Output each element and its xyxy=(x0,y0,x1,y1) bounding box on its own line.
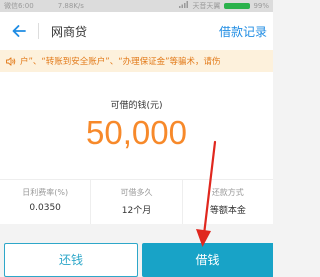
term-duration: 可借多久 12个月 xyxy=(90,180,181,224)
term-daily-rate: 日利费率(%) 0.0350 xyxy=(0,180,90,224)
navigation-bar: 网商贷 借款记录 xyxy=(0,12,273,50)
battery-level: 99% xyxy=(253,2,269,10)
carrier-name: 天音天翼 xyxy=(192,2,221,10)
battery-icon xyxy=(224,3,251,9)
loan-summary-panel: 可借的钱(元) 50,000 日利费率(%) 0.0350 可借多久 12个月 … xyxy=(0,72,273,224)
page-title: 网商贷 xyxy=(51,24,88,39)
status-time: 微信6:00 xyxy=(4,2,34,10)
term-label: 日利费率(%) xyxy=(22,188,69,197)
term-value: 12个月 xyxy=(121,206,152,216)
fraud-notice-bar[interactable]: 户”、“转账到安全账户”、“办理保证金”等骗术，请伤 xyxy=(0,50,273,72)
action-button-area: 还钱 借钱 xyxy=(0,224,273,277)
borrow-button[interactable]: 借钱 xyxy=(142,243,273,277)
term-label: 可借多久 xyxy=(120,188,153,197)
status-network-speed: 7.88K/s xyxy=(57,2,84,10)
loan-records-link[interactable]: 借款记录 xyxy=(219,23,267,40)
speaker-icon xyxy=(6,56,16,66)
term-repayment-method: 还款方式 等额本金 xyxy=(181,180,273,224)
available-amount-value: 50,000 xyxy=(86,114,187,151)
notice-text: 户”、“转账到安全账户”、“办理保证金”等骗术，请伤 xyxy=(20,57,221,67)
term-value: 等额本金 xyxy=(209,206,246,216)
term-label: 还款方式 xyxy=(211,188,244,197)
term-value: 0.0350 xyxy=(29,203,61,213)
repay-button[interactable]: 还钱 xyxy=(4,243,138,277)
loan-terms-row: 日利费率(%) 0.0350 可借多久 12个月 还款方式 等额本金 xyxy=(0,180,273,224)
signal-icon xyxy=(179,1,189,11)
arrow-left-icon[interactable] xyxy=(8,20,30,42)
nav-divider xyxy=(38,23,39,39)
status-right-group: 天音天翼 99% xyxy=(179,1,269,11)
status-bar: 微信6:00 7.88K/s 天音天翼 99% xyxy=(0,0,273,12)
available-amount-label: 可借的钱(元) xyxy=(110,101,163,111)
